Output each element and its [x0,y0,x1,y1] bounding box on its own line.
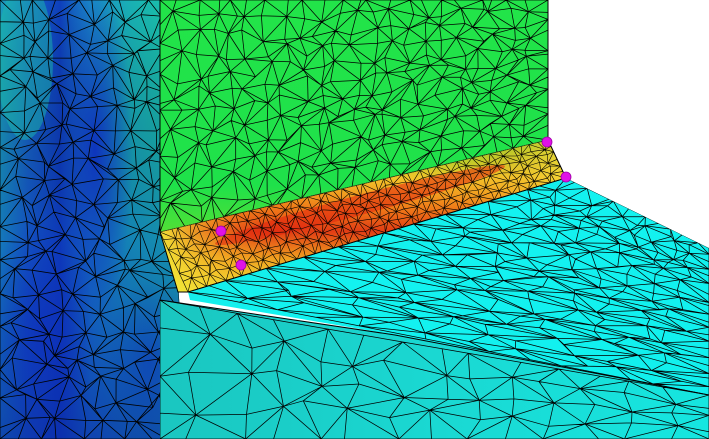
node-marker-dot-icon[interactable] [235,259,247,271]
node-marker-dot-icon[interactable] [560,171,572,183]
node-marker-dot-icon[interactable] [215,225,227,237]
node-marker-dot-icon[interactable] [541,136,553,148]
fem-viewport[interactable] [0,0,709,439]
fem-mesh-view[interactable] [0,0,709,439]
